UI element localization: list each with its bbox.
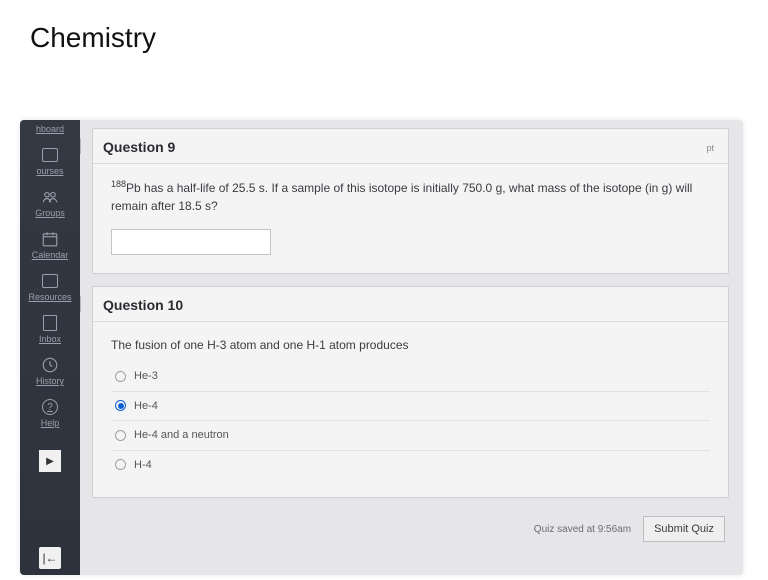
question-title: Question 10 — [103, 297, 183, 313]
main-content: Question 9 pt 188Pb has a half-life of 2… — [80, 120, 743, 575]
option-label: He-3 — [134, 368, 158, 385]
sidebar-item-label: History — [36, 376, 64, 386]
inbox-icon — [40, 314, 60, 332]
option-label: He-4 and a neutron — [134, 427, 229, 444]
sidebar-item-calendar[interactable]: Calendar — [23, 226, 77, 266]
answer-input[interactable] — [111, 229, 271, 255]
quiz-footer: Quiz saved at 9:56am Submit Quiz — [92, 510, 729, 544]
sidebar-item-label: ourses — [36, 166, 63, 176]
sidebar-item-label: Resources — [28, 292, 71, 302]
question-card-10: Question 10 The fusion of one H-3 atom a… — [92, 286, 729, 498]
sidebar: hboard ourses Groups Calendar Resources … — [20, 120, 80, 575]
radio-icon — [115, 430, 126, 441]
app-window: hboard ourses Groups Calendar Resources … — [20, 120, 743, 575]
sidebar-item-courses[interactable]: ourses — [23, 142, 77, 182]
submit-quiz-button[interactable]: Submit Quiz — [643, 516, 725, 542]
help-icon: ? — [40, 398, 60, 416]
question-text: 188Pb has a half-life of 25.5 s. If a sa… — [111, 181, 692, 213]
history-icon — [40, 356, 60, 374]
sidebar-item-label: Inbox — [39, 334, 61, 344]
sidebar-item-label: hboard — [36, 124, 64, 134]
question-header: Question 10 — [93, 287, 728, 322]
question-header: Question 9 pt — [93, 129, 728, 164]
resources-icon — [40, 272, 60, 290]
save-status: Quiz saved at 9:56am — [534, 524, 631, 535]
sidebar-item-resources[interactable]: Resources — [23, 268, 77, 308]
sidebar-item-groups[interactable]: Groups — [23, 184, 77, 224]
sidebar-item-help[interactable]: ? Help — [23, 394, 77, 434]
radio-icon — [115, 459, 126, 470]
option-he3[interactable]: He-3 — [111, 362, 710, 392]
calendar-icon — [40, 230, 60, 248]
question-10-container: Question 10 The fusion of one H-3 atom a… — [92, 286, 729, 498]
option-h4[interactable]: H-4 — [111, 451, 710, 480]
option-he4[interactable]: He-4 — [111, 392, 710, 422]
question-body: The fusion of one H-3 atom and one H-1 a… — [93, 322, 728, 497]
option-he4-neutron[interactable]: He-4 and a neutron — [111, 421, 710, 451]
question-9-container: Question 9 pt 188Pb has a half-life of 2… — [92, 128, 729, 274]
sidebar-item-label: Help — [41, 418, 60, 428]
sidebar-item-inbox[interactable]: Inbox — [23, 310, 77, 350]
radio-icon — [115, 371, 126, 382]
bookmark-icon[interactable] — [80, 138, 82, 154]
sidebar-toggle-button[interactable]: ▶ — [39, 450, 61, 472]
question-card-9: Question 9 pt 188Pb has a half-life of 2… — [92, 128, 729, 274]
options-list: He-3 He-4 He-4 and a neutron H-4 — [111, 362, 710, 479]
question-title: Question 9 — [103, 139, 175, 155]
question-points: pt — [706, 143, 714, 153]
option-label: He-4 — [134, 398, 158, 415]
groups-icon — [40, 188, 60, 206]
question-text: The fusion of one H-3 atom and one H-1 a… — [111, 336, 710, 354]
page-title: Chemistry — [0, 0, 768, 54]
question-body: 188Pb has a half-life of 25.5 s. If a sa… — [93, 164, 728, 273]
radio-icon — [115, 400, 126, 411]
courses-icon — [40, 146, 60, 164]
sidebar-item-label: Calendar — [32, 250, 69, 260]
sidebar-item-label: Groups — [35, 208, 65, 218]
sidebar-item-history[interactable]: History — [23, 352, 77, 392]
bookmark-icon[interactable] — [80, 296, 82, 312]
sidebar-item-dashboard[interactable]: hboard — [23, 124, 77, 140]
option-label: H-4 — [134, 457, 152, 474]
sidebar-expand-button[interactable]: |← — [39, 547, 61, 569]
